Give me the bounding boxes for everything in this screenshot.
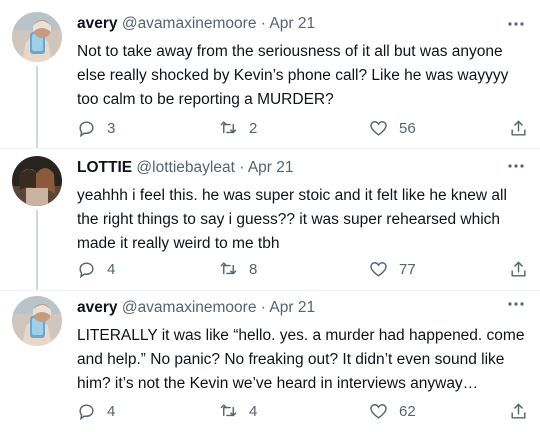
separator: ·	[239, 159, 245, 176]
action-bar: 4 8 77	[77, 258, 532, 280]
like-count: 56	[399, 119, 416, 137]
like-button[interactable]: 77	[369, 258, 416, 280]
user-handle[interactable]: @avamaxinemoore	[122, 299, 257, 316]
display-name[interactable]: avery	[77, 15, 118, 32]
timestamp[interactable]: Apr 21	[269, 15, 315, 32]
reply-count: 3	[107, 119, 116, 137]
reply-button[interactable]: 3	[77, 117, 115, 139]
display-name[interactable]: avery	[77, 299, 118, 316]
avatar[interactable]	[12, 296, 62, 346]
reply-icon	[79, 120, 94, 137]
share-button[interactable]	[509, 258, 528, 280]
like-count: 62	[399, 402, 416, 420]
heart-icon	[370, 120, 387, 136]
share-button[interactable]	[509, 400, 528, 422]
separator: ·	[260, 15, 266, 32]
retweet-button[interactable]: 2	[219, 117, 257, 139]
tweet[interactable]: avery @avamaxinemoore · Apr 21 LITERALLY…	[0, 290, 540, 432]
retweet-icon	[220, 403, 237, 416]
reply-button[interactable]: 4	[77, 258, 115, 280]
tweet-text: Not to take away from the seriousness of…	[77, 43, 509, 108]
avatar[interactable]	[12, 156, 62, 206]
tweet-text: yeahhh i feel this. he was super stoic a…	[77, 187, 507, 252]
share-icon	[511, 261, 526, 277]
like-count: 77	[399, 260, 416, 278]
tweet[interactable]: LOTTIE @lottiebayleat · Apr 21 yeahhh i …	[0, 148, 540, 290]
tweet-header: LOTTIE @lottiebayleat · Apr 21	[77, 158, 294, 178]
action-bar: 4 4 62	[77, 400, 532, 422]
tweet-header: avery @avamaxinemoore · Apr 21	[77, 298, 315, 318]
more-options-icon[interactable]	[506, 294, 526, 314]
reply-icon	[79, 261, 94, 278]
thread-line	[36, 210, 38, 290]
timestamp[interactable]: Apr 21	[269, 299, 315, 316]
reply-thread: avery @avamaxinemoore · Apr 21 Not to ta…	[0, 0, 540, 432]
reply-button[interactable]: 4	[77, 400, 115, 422]
retweet-count: 4	[249, 402, 258, 420]
timestamp[interactable]: Apr 21	[248, 159, 294, 176]
heart-icon	[370, 403, 387, 419]
tweet-divider	[0, 290, 540, 291]
retweet-icon	[220, 120, 237, 133]
action-bar: 3 2 56	[77, 117, 532, 139]
reply-count: 4	[107, 260, 116, 278]
display-name[interactable]: LOTTIE	[77, 159, 132, 176]
more-options-icon[interactable]	[506, 156, 526, 176]
share-icon	[511, 120, 526, 136]
share-button[interactable]	[509, 117, 528, 139]
separator: ·	[260, 299, 266, 316]
heart-icon	[370, 261, 387, 277]
reply-count: 4	[107, 402, 116, 420]
avatar[interactable]	[12, 12, 62, 62]
tweet[interactable]: avery @avamaxinemoore · Apr 21 Not to ta…	[0, 0, 540, 148]
retweet-button[interactable]: 8	[219, 258, 257, 280]
tweet-divider	[0, 148, 540, 149]
retweet-button[interactable]: 4	[219, 400, 257, 422]
thread-line	[36, 66, 38, 148]
like-button[interactable]: 62	[369, 400, 416, 422]
reply-icon	[79, 403, 94, 420]
tweet-header: avery @avamaxinemoore · Apr 21	[77, 14, 315, 34]
retweet-icon	[220, 261, 237, 274]
retweet-count: 8	[249, 260, 258, 278]
share-icon	[511, 403, 526, 419]
more-options-icon[interactable]	[506, 14, 526, 34]
tweet-text: LITERALLY it was like “hello. yes. a mur…	[77, 327, 525, 392]
user-handle[interactable]: @lottiebayleat	[136, 159, 234, 176]
user-handle[interactable]: @avamaxinemoore	[122, 15, 257, 32]
retweet-count: 2	[249, 119, 258, 137]
like-button[interactable]: 56	[369, 117, 416, 139]
